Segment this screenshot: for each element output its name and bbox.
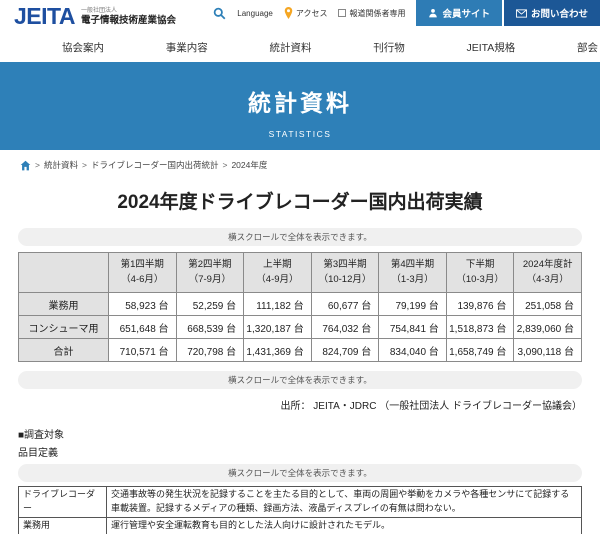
page-title: 2024年度ドライブレコーダー国内出荷実績	[117, 192, 483, 213]
org-name-block: 一般社団法人 電子情報技術産業協会	[81, 8, 176, 28]
source-note: 出所： JEITA・JDRC （一般社団法人 ドライブレコーダー協議会）	[280, 401, 582, 412]
contact-label: お問い合わせ	[530, 9, 588, 20]
table-row-commercial: 業務用 58,923 台 52,259 台 111,182 台 60,677 台…	[18, 292, 582, 316]
table-row-consumer: コンシューマ用 651,648 台 668,539 台 1,320,187 台 …	[18, 315, 582, 339]
org-name-label: 電子情報技術産業協会	[80, 15, 176, 27]
member-site-button[interactable]: 会員サイト	[416, 0, 502, 26]
press-link[interactable]: 報道関係者専用	[338, 0, 405, 26]
value-cell: 1,431,369 台	[243, 338, 312, 362]
person-icon	[429, 8, 438, 18]
main-nav: 協会案内 事業内容 統計資料 刊行物 JEITA規格 部会	[0, 32, 600, 62]
breadcrumb-link-statistics[interactable]: 統計資料	[44, 159, 78, 171]
column-header: 第4四半期 （1-3月）	[378, 252, 447, 293]
row-label: 合計	[18, 338, 109, 362]
breadcrumb: > 統計資料 > ドライブレコーダー国内出荷統計 > 2024年度	[0, 150, 600, 171]
definition-term: ドライブレコーダー	[18, 486, 107, 518]
header-utilities: Language アクセス 報道関係者専用 会員サイト お問い合わせ	[213, 0, 600, 26]
search-button[interactable]	[213, 0, 226, 26]
search-icon	[213, 7, 226, 19]
value-cell: 710,571 台	[108, 338, 177, 362]
nav-item-publications[interactable]: 刊行物	[373, 40, 405, 55]
column-header: 上半期 （4-9月）	[243, 252, 312, 293]
definition-row-driverecorder: ドライブレコーダー 交通事故等の発生状況を記録することを主たる目的として、車両の…	[18, 486, 582, 518]
value-cell: 1,518,873 台	[445, 315, 515, 339]
breadcrumb-separator: >	[81, 160, 87, 170]
column-header: 2024年度計 （4-3月）	[513, 252, 582, 293]
map-pin-icon	[284, 7, 293, 19]
shipment-table: 第1四半期 （4-6月） 第2四半期 （7-9月） 上半期 （4-9月） 第3四半期（…	[18, 252, 582, 362]
column-header: 第3四半期 （10-12月）	[310, 252, 380, 293]
definition-term: 業務用	[18, 516, 107, 534]
access-label: アクセス	[295, 8, 328, 18]
mail-icon	[516, 8, 527, 18]
nav-item-statistics[interactable]: 統計資料	[269, 40, 311, 55]
value-cell: 58,923 台	[108, 292, 177, 316]
row-label: 業務用	[18, 292, 109, 316]
page-banner: 統計資料 STATISTICS	[0, 62, 600, 150]
value-cell: 764,032 台	[310, 315, 380, 339]
breadcrumb-link-driverecorder-stats[interactable]: ドライブレコーダー国内出荷統計	[91, 159, 219, 171]
row-label: コンシューマ用	[18, 315, 109, 339]
value-cell: 2,839,060 台	[513, 315, 582, 339]
value-cell: 111,182 台	[243, 292, 312, 316]
banner-subtitle: STATISTICS	[268, 129, 332, 139]
access-link[interactable]: アクセス	[284, 0, 328, 26]
column-header: 第2四半期 （7-9月）	[175, 252, 245, 293]
banner-title: 統計資料	[248, 90, 352, 116]
press-icon	[338, 9, 347, 17]
shipment-table-header-row: 第1四半期 （4-6月） 第2四半期 （7-9月） 上半期 （4-9月） 第3四半期（…	[18, 252, 582, 293]
press-label: 報道関係者専用	[349, 8, 406, 18]
member-site-label: 会員サイト	[442, 9, 490, 20]
jeita-logo[interactable]: JEITA 一般社団法人 電子情報技術産業協会	[14, 2, 176, 29]
scroll-hint: 横スクロールで全体を表示できます。	[18, 464, 582, 482]
nav-item-about[interactable]: 協会案内	[62, 40, 104, 55]
scroll-hint: 横スクロールで全体を表示できます。	[18, 371, 582, 389]
scroll-hint: 横スクロールで全体を表示できます。	[18, 228, 582, 246]
language-label: Language	[237, 8, 273, 18]
breadcrumb-current: 2024年度	[231, 160, 268, 170]
nav-item-committees[interactable]: 部会	[577, 40, 598, 55]
nav-item-business[interactable]: 事業内容	[166, 40, 208, 55]
value-cell: 651,648 台	[108, 315, 177, 339]
column-header: 下半期 （10-3月）	[445, 252, 515, 293]
breadcrumb-separator: >	[222, 160, 228, 170]
contact-button[interactable]: お問い合わせ	[503, 0, 600, 26]
value-cell: 52,259 台	[175, 292, 245, 316]
empty-corner-cell	[18, 252, 109, 293]
breadcrumb-separator: >	[35, 160, 40, 170]
home-icon[interactable]	[20, 160, 31, 171]
item-definition-heading: 品目定義	[18, 448, 58, 459]
value-cell: 3,090,118 台	[513, 338, 582, 362]
nav-item-standards[interactable]: JEITA規格	[466, 40, 515, 55]
definition-text: 交通事故等の発生状況を記録することを主たる目的として、車両の周囲や挙動をカメラや…	[106, 486, 582, 518]
value-cell: 251,058 台	[513, 292, 582, 316]
value-cell: 79,199 台	[378, 292, 447, 316]
site-header: JEITA 一般社団法人 電子情報技術産業協会 Language アクセス 報道…	[0, 0, 600, 32]
value-cell: 754,841 台	[378, 315, 447, 339]
value-cell: 720,798 台	[175, 338, 245, 362]
value-cell: 668,539 台	[175, 315, 245, 339]
value-cell: 1,320,187 台	[243, 315, 312, 339]
survey-target-heading: ■調査対象	[18, 430, 65, 441]
jeita-logo-text: JEITA	[14, 2, 75, 29]
table-row-total: 合計 710,571 台 720,798 台 1,431,369 台 824,7…	[18, 338, 582, 362]
value-cell: 824,709 台	[310, 338, 380, 362]
definition-row-commercial: 業務用 運行管理や安全運転教育も目的とした法人向けに設計されたモデル。	[18, 516, 582, 534]
value-cell: 139,876 台	[445, 292, 515, 316]
value-cell: 834,040 台	[378, 338, 447, 362]
language-link[interactable]: Language	[237, 0, 273, 26]
value-cell: 1,658,749 台	[445, 338, 515, 362]
value-cell: 60,677 台	[310, 292, 380, 316]
column-header: 第1四半期 （4-6月）	[108, 252, 177, 293]
definitions-table: ドライブレコーダー 交通事故等の発生状況を記録することを主たる目的として、車両の…	[18, 486, 582, 534]
definition-text: 運行管理や安全運転教育も目的とした法人向けに設計されたモデル。	[106, 516, 582, 534]
